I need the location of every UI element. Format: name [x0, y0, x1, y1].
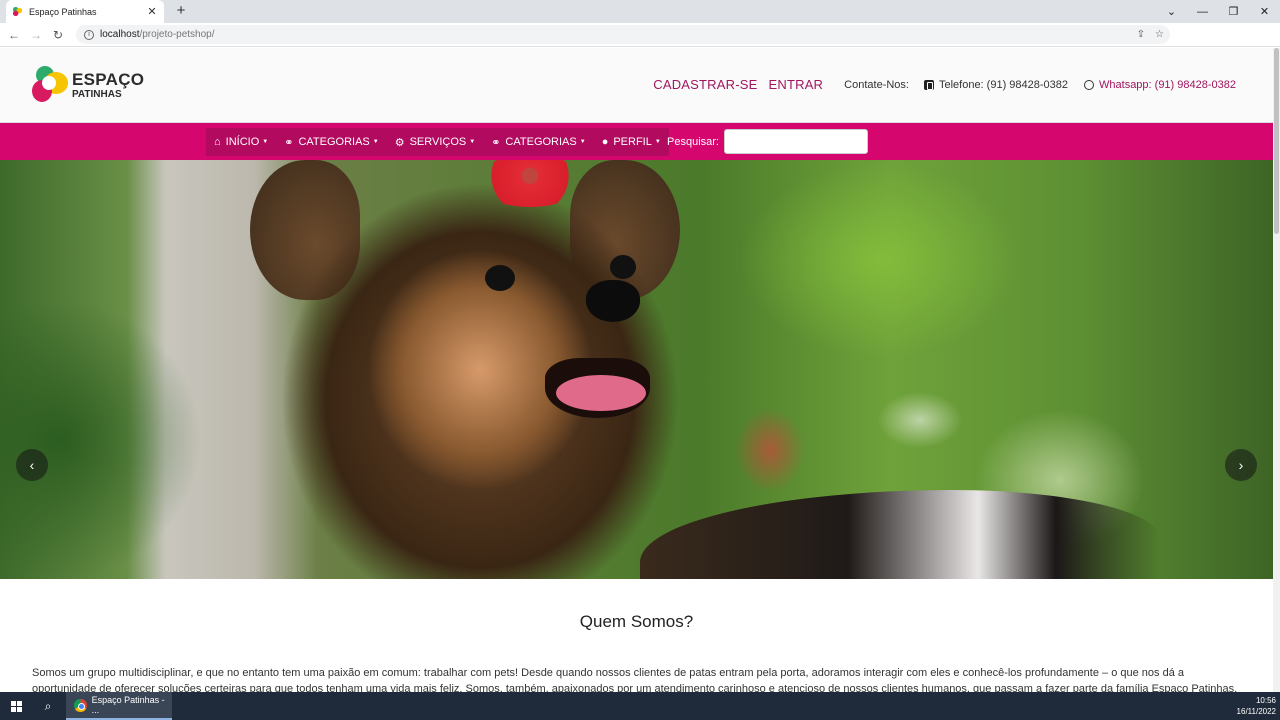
address-bar-row: ← → ↻ i localhost/projeto-petshop/ ⇪ ☆ ✱…	[0, 23, 1280, 64]
site-logo[interactable]: ESPAÇO PATINHAS	[32, 66, 144, 104]
nav-item-label: CATEGORIAS	[505, 136, 577, 148]
clock-date: 16/11/2022	[1236, 707, 1276, 716]
main-navbar: ⌂ INÍCIO ▼ ⚭ CATEGORIAS ▼ ⚙ SERVIÇOS ▼ ⚭…	[0, 123, 1273, 160]
share-icon[interactable]: ⇪	[1137, 29, 1145, 40]
url-field[interactable]: i localhost/projeto-petshop/ ⇪ ☆	[76, 25, 1170, 44]
carousel-prev-button[interactable]: ‹	[16, 449, 48, 481]
scrollbar-thumb[interactable]	[1274, 48, 1279, 234]
nav-search: Pesquisar:	[667, 129, 868, 154]
search-input[interactable]	[723, 129, 868, 154]
nav-item-label: INÍCIO	[225, 136, 260, 148]
user-icon: ●	[601, 136, 609, 148]
back-icon[interactable]: ←	[3, 28, 25, 42]
user-cog-icon: ⚙	[394, 136, 405, 149]
whatsapp-link[interactable]: Whatsapp: (91) 98428-0382	[1099, 79, 1236, 91]
paw-favicon-icon	[12, 6, 23, 17]
windows-start-icon[interactable]	[0, 692, 32, 720]
nav-item-label: PERFIL	[613, 136, 652, 148]
restore-button[interactable]: ❐	[1218, 5, 1249, 18]
tab-title: Espaço Patinhas	[29, 6, 97, 17]
hero-carousel: ‹ ›	[0, 160, 1273, 579]
logo-title: ESPAÇO	[72, 69, 145, 89]
bookmark-star-icon[interactable]: ☆	[1155, 29, 1164, 40]
carousel-slide-image	[0, 160, 1273, 579]
nav-menu: ⌂ INÍCIO ▼ ⚭ CATEGORIAS ▼ ⚙ SERVIÇOS ▼ ⚭…	[206, 128, 669, 156]
system-clock[interactable]: 10:56 16/11/2022	[1237, 695, 1276, 717]
caret-down-icon: ▼	[469, 139, 476, 145]
tab-search-icon[interactable]: ⌄	[1156, 5, 1187, 18]
caret-down-icon: ▼	[372, 139, 379, 145]
nav-item-categorias-2[interactable]: ⚭ CATEGORIAS ▼	[483, 128, 593, 156]
window-controls: ⌄ — ❐ ✕	[1156, 0, 1280, 23]
about-text: Somos um grupo multidisciplinar, e que n…	[32, 667, 1238, 692]
taskbar-app-label: Espaço Patinhas - ...	[91, 695, 165, 715]
url-host: localhost	[100, 29, 140, 40]
caret-down-icon: ▼	[579, 139, 586, 145]
reload-icon[interactable]: ↻	[47, 28, 69, 42]
caret-down-icon: ▼	[262, 139, 269, 145]
paw-logo-icon	[32, 66, 70, 104]
search-label: Pesquisar:	[667, 135, 719, 148]
close-tab-icon[interactable]: ✕	[146, 5, 158, 18]
bone-icon: ⚭	[284, 136, 294, 149]
phone-number: Telefone: (91) 98428-0382	[938, 78, 1069, 91]
caret-down-icon: ▼	[654, 139, 661, 145]
minimize-button[interactable]: —	[1187, 6, 1218, 18]
page-scrollbar[interactable]	[1273, 48, 1280, 692]
taskbar-chrome-app[interactable]: Espaço Patinhas - ...	[66, 692, 172, 720]
new-tab-button[interactable]: +	[172, 2, 190, 19]
about-title: Quem Somos?	[579, 612, 694, 631]
header-actions: CADASTRAR-SE ENTRAR Contate-Nos: Telefon…	[653, 77, 1236, 92]
site-header: ESPAÇO PATINHAS CADASTRAR-SE ENTRAR Cont…	[0, 48, 1273, 123]
whatsapp-icon	[1084, 79, 1095, 90]
login-link[interactable]: ENTRAR	[769, 77, 824, 92]
browser-tab-bar: Espaço Patinhas ✕ + ⌄ — ❐ ✕	[0, 0, 1280, 23]
os-taskbar: ⌕ Espaço Patinhas - ... 10:56 16/11/2022	[0, 692, 1280, 720]
taskbar-search-icon[interactable]: ⌕	[32, 699, 64, 714]
nav-item-servicos[interactable]: ⚙ SERVIÇOS ▼	[387, 128, 483, 156]
bone-icon: ⚭	[491, 136, 501, 149]
carousel-next-button[interactable]: ›	[1225, 449, 1257, 481]
nav-item-label: CATEGORIAS	[298, 136, 370, 148]
close-window-button[interactable]: ✕	[1249, 5, 1280, 18]
nav-item-label: SERVIÇOS	[409, 136, 467, 148]
site-info-icon[interactable]: i	[84, 29, 94, 40]
chrome-icon	[74, 698, 87, 712]
nav-item-inicio[interactable]: ⌂ INÍCIO ▼	[206, 128, 276, 156]
signup-link[interactable]: CADASTRAR-SE	[653, 77, 757, 92]
url-path: /projeto-petshop/	[139, 29, 215, 40]
browser-tab[interactable]: Espaço Patinhas ✕	[6, 0, 164, 23]
nav-item-categorias[interactable]: ⚭ CATEGORIAS ▼	[276, 128, 386, 156]
page-viewport: ESPAÇO PATINHAS CADASTRAR-SE ENTRAR Cont…	[0, 48, 1273, 692]
phone-icon	[923, 79, 934, 90]
nav-item-perfil[interactable]: ● PERFIL ▼	[594, 128, 669, 156]
contact-label: Contate-Nos:	[844, 78, 909, 91]
clock-time: 10:56	[1255, 696, 1276, 705]
logo-subtitle: PATINHAS	[72, 88, 122, 100]
home-icon: ⌂	[214, 136, 221, 148]
forward-icon[interactable]: →	[25, 28, 47, 42]
